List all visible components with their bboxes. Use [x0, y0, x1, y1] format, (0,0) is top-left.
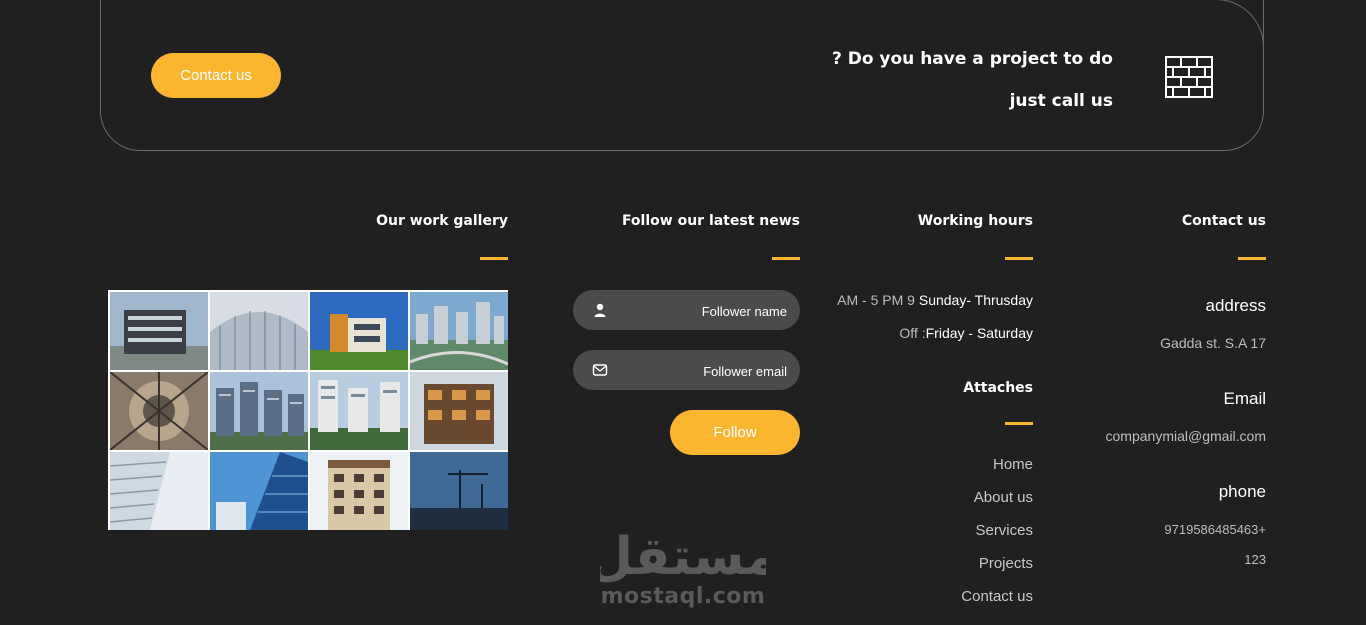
- gallery-image-6[interactable]: [210, 372, 308, 450]
- follower-name-input[interactable]: [617, 290, 789, 332]
- attaches-title-underline: [1005, 422, 1033, 425]
- hours-title-underline: [1005, 257, 1033, 260]
- weekend-hours: Off :Friday - Saturday: [899, 325, 1033, 341]
- gallery-image-5[interactable]: [110, 372, 208, 450]
- gallery-title-underline: [480, 257, 508, 260]
- gallery-image-4[interactable]: [410, 292, 508, 370]
- news-title: Follow our latest news: [621, 213, 800, 229]
- follower-name-field[interactable]: [573, 290, 800, 332]
- gallery-image-11[interactable]: [310, 452, 408, 530]
- phone-label: phone: [1218, 482, 1266, 501]
- gallery-image-3[interactable]: [310, 292, 408, 370]
- link-home[interactable]: Home: [993, 456, 1033, 473]
- weekday-time: AM - 5 PM 9: [837, 292, 915, 308]
- work-gallery: [108, 290, 508, 530]
- weekend-days: Friday - Saturday: [925, 325, 1033, 341]
- gallery-title: Our work gallery: [376, 213, 508, 229]
- gallery-image-8[interactable]: [410, 372, 508, 450]
- address-value: Gadda st. S.A 17: [1160, 335, 1266, 351]
- weekday-hours: AM - 5 PM 9 Sunday- Thrusday: [837, 292, 1033, 308]
- gallery-image-12[interactable]: [410, 452, 508, 530]
- cta-banner: Contact us ? Do you have a project to do…: [100, 0, 1264, 151]
- gallery-image-2[interactable]: [210, 292, 308, 370]
- link-services[interactable]: Services: [975, 522, 1033, 539]
- user-icon: [594, 303, 606, 317]
- gallery-image-7[interactable]: [310, 372, 408, 450]
- attaches-title: Attaches: [963, 380, 1033, 396]
- cta-question: ? Do you have a project to do: [831, 49, 1113, 69]
- weekend-prefix: Off :: [899, 325, 926, 341]
- follower-email-field[interactable]: [573, 350, 800, 392]
- email-value[interactable]: companymial@gmail.com: [1106, 428, 1266, 444]
- hours-title: Working hours: [917, 213, 1033, 229]
- svg-text:مستقل: مستقل: [600, 527, 766, 586]
- news-title-underline: [772, 257, 800, 260]
- phone-extra: 123: [1244, 552, 1266, 567]
- contact-title: Contact us: [1181, 213, 1266, 229]
- weekday-days: Sunday- Thrusday: [918, 292, 1033, 308]
- address-label: address: [1205, 296, 1266, 315]
- gallery-image-10[interactable]: [210, 452, 308, 530]
- link-contact-us[interactable]: Contact us: [961, 588, 1033, 605]
- link-projects[interactable]: Projects: [979, 555, 1033, 572]
- phone-value[interactable]: 9719586485463+: [1164, 522, 1266, 537]
- gallery-image-1[interactable]: [110, 292, 208, 370]
- cta-call-text: just call us: [1009, 91, 1113, 111]
- link-about-us[interactable]: About us: [974, 489, 1033, 506]
- contact-us-button[interactable]: Contact us: [151, 53, 281, 98]
- follow-button[interactable]: Follow: [670, 410, 800, 455]
- mostaql-logo-arabic: مستقل: [600, 527, 766, 586]
- contact-title-underline: [1238, 257, 1266, 260]
- email-label: Email: [1223, 389, 1266, 408]
- follower-email-input[interactable]: [617, 350, 789, 392]
- envelope-icon: [592, 364, 608, 376]
- gallery-image-9[interactable]: [110, 452, 208, 530]
- brick-wall-icon: [1165, 56, 1213, 98]
- mostaql-logo-text: mostaql.com: [600, 584, 766, 609]
